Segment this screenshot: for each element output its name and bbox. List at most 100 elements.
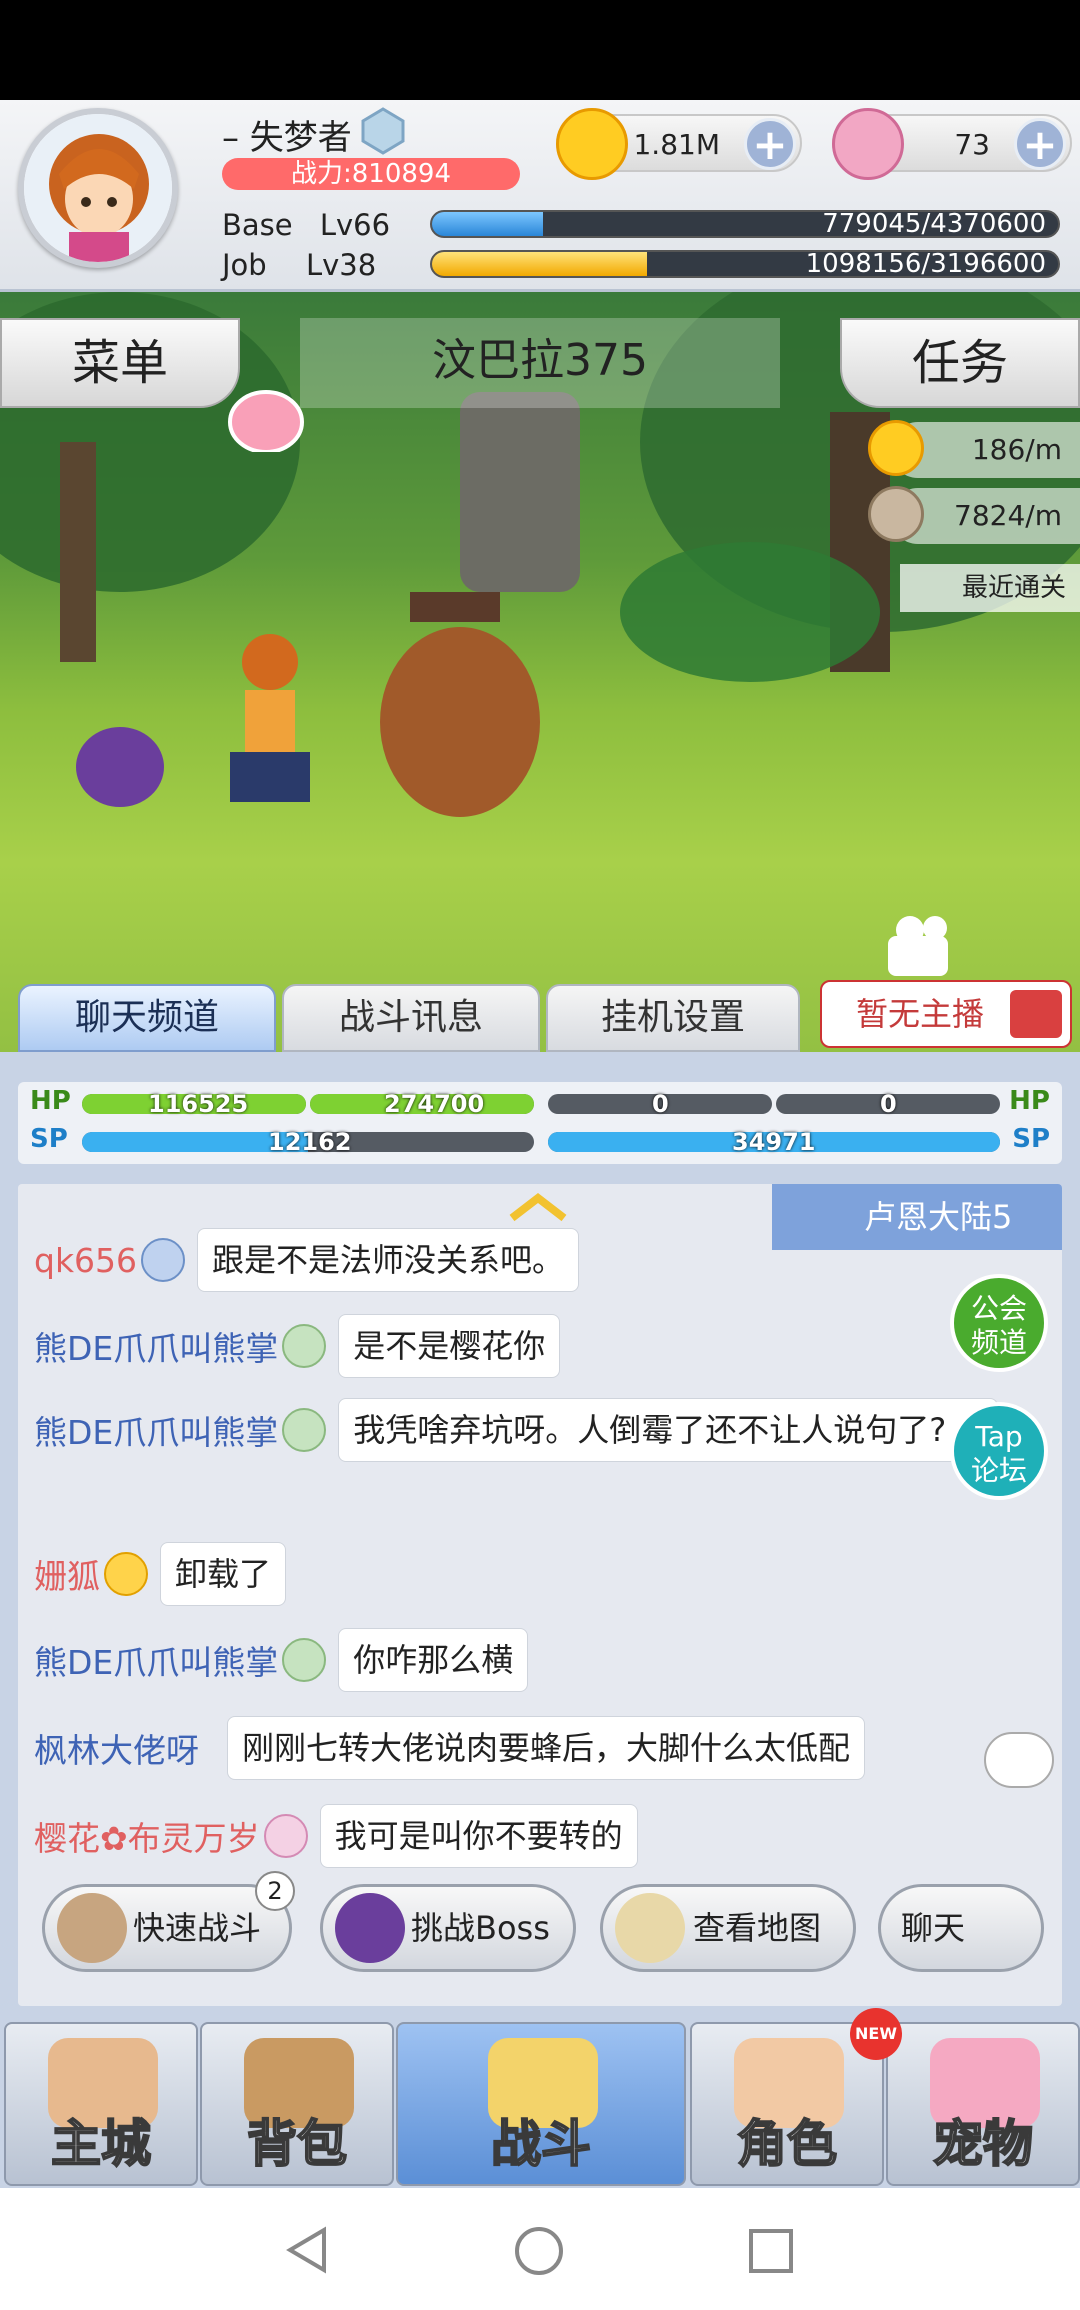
nav-battle-label: 战斗 — [490, 2114, 592, 2174]
nav-battle[interactable]: 战斗 — [396, 2022, 686, 2186]
player-avatar[interactable] — [18, 108, 178, 268]
base-exp-fill — [432, 212, 544, 236]
chat-toggle[interactable]: 聊天 — [878, 1884, 1044, 1972]
gold-rate-icon — [868, 420, 924, 476]
nav-main-city[interactable]: 主城 — [4, 2022, 198, 2186]
challenge-boss-label: 挑战Boss — [411, 1909, 550, 1947]
tab-idle-settings[interactable]: 挂机设置 — [546, 984, 800, 1052]
chat-message: 熊DE爪爪叫熊掌 是不是樱花你 — [34, 1314, 561, 1378]
region-label[interactable]: 卢恩大陆5 — [772, 1184, 1062, 1250]
chat-username[interactable]: 熊DE爪爪叫熊掌 — [34, 1406, 278, 1454]
region-name: 卢恩大陆5 — [864, 1198, 1013, 1236]
gold-rate-value: 186/m — [971, 433, 1062, 466]
nav-pet[interactable]: 宠物 — [886, 2022, 1080, 2186]
tree-trunk — [60, 442, 96, 662]
sp-value-2: 34971 — [732, 1128, 816, 1156]
gem-icon — [832, 108, 904, 180]
add-gem-button[interactable]: + — [1014, 118, 1066, 170]
map-scroll-icon — [615, 1893, 685, 1963]
menu-button[interactable]: 菜单 — [0, 318, 240, 408]
chat-username[interactable]: qk656 — [34, 1241, 137, 1280]
chat-area[interactable]: 卢恩大陆5 qk656 跟是不是法师没关系吧。 熊DE爪爪叫熊掌 是不是樱花你 … — [18, 1184, 1062, 2006]
sp-label: SP — [30, 1124, 68, 1154]
guild-badge-icon — [282, 1324, 327, 1368]
camera-icon[interactable] — [880, 912, 960, 986]
hp-label: HP — [30, 1086, 71, 1116]
status-bar — [0, 0, 1080, 100]
guild-channel-button[interactable]: 公会频道 — [950, 1274, 1048, 1372]
scroll-up-icon[interactable] — [506, 1192, 570, 1222]
guild-badge-icon — [282, 1408, 327, 1452]
chat-bubble: 我可是叫你不要转的 — [319, 1804, 638, 1868]
nav-backpack-label: 背包 — [246, 2114, 348, 2174]
job-exp-fill — [432, 252, 647, 276]
home-icon[interactable] — [514, 2226, 564, 2276]
back-icon[interactable] — [284, 2226, 330, 2274]
chat-message: 熊DE爪爪叫熊掌 我凭啥弃坑呀。人倒霉了还不让人说句了? — [34, 1398, 999, 1462]
nav-character-label: 角色 — [736, 2114, 838, 2174]
chat-username[interactable]: 枫林大佬呀 — [34, 1724, 199, 1772]
tap-forum-label: Tap论坛 — [970, 1420, 1027, 1487]
quest-button[interactable]: 任务 — [840, 318, 1080, 408]
combat-power: 战力:810894 — [222, 158, 520, 190]
recent-clear-label: 最近通关 — [961, 573, 1066, 603]
chat-message: 枫林大佬呀 刚刚七转大佬说肉要蜂后，大脚什么太低配 — [34, 1716, 866, 1780]
player-character — [190, 622, 350, 826]
hp-value-4: 0 — [880, 1090, 897, 1118]
tab-chat-channel[interactable]: 聊天频道 — [18, 984, 276, 1052]
job-exp-text: 1098156/3196600 — [805, 250, 1046, 278]
chat-message: 樱花✿布灵万岁 我可是叫你不要转的 — [34, 1804, 638, 1868]
chat-username[interactable]: 熊DE爪爪叫熊掌 — [34, 1322, 278, 1370]
player-header: – 失梦者 战力:810894 1.81M + 73 + Base Lv66 7… — [0, 100, 1080, 292]
view-map-button[interactable]: 查看地图 — [600, 1884, 856, 1972]
chat-message: 熊DE爪爪叫熊掌 你咋那么横 — [34, 1628, 529, 1692]
system-nav-bar — [0, 2188, 1080, 2310]
gold-counter: 1.81M + — [556, 108, 802, 180]
guild-channel-label: 公会频道 — [970, 1292, 1027, 1359]
chat-bubble: 我凭啥弃坑呀。人倒霉了还不让人说句了? — [338, 1398, 999, 1462]
chat-message: qk656 跟是不是法师没关系吧。 — [34, 1228, 580, 1292]
tap-forum-button[interactable]: Tap论坛 — [950, 1402, 1048, 1500]
quick-battle-button[interactable]: 快速战斗 2 — [42, 1871, 295, 1972]
hp-value-2: 274700 — [384, 1090, 485, 1118]
job-level: Lv38 — [305, 248, 377, 282]
monster-tiger-boss[interactable] — [370, 572, 550, 826]
chat-bubble: 刚刚七转大佬说肉要蜂后，大脚什么太低配 — [227, 1716, 866, 1780]
base-exp-text: 779045/4370600 — [822, 210, 1046, 238]
gem-counter: 73 + — [832, 108, 1072, 180]
info-panel: HP SP HP SP 116525 274700 0 0 12162 3497… — [0, 1052, 1080, 2022]
view-map-label: 查看地图 — [693, 1909, 822, 1947]
tab-battle-log[interactable]: 战斗讯息 — [282, 984, 540, 1052]
live-stream-label: 暂无主播 — [856, 995, 985, 1033]
base-level-row: Base Lv66 — [222, 208, 390, 242]
battle-scene[interactable]: 菜单 汶巴拉375 任务 186/m 7824/m 最近通关 — [0, 292, 1080, 1052]
challenge-boss-button[interactable]: 挑战Boss — [320, 1884, 576, 1972]
chat-bubble: 卸载了 — [160, 1542, 287, 1606]
add-gold-button[interactable]: + — [744, 118, 796, 170]
chat-username[interactable]: 姗狐 — [34, 1550, 100, 1598]
exp-rate: 7824/m — [868, 486, 1080, 544]
sp-label-right: SP — [1012, 1124, 1050, 1154]
gold-coin-icon — [556, 108, 628, 180]
guild-badge-icon — [282, 1638, 327, 1682]
new-badge: NEW — [850, 2008, 902, 2060]
monster-purple[interactable] — [70, 712, 170, 816]
flower-bush — [620, 542, 880, 682]
chat-username[interactable]: 熊DE爪爪叫熊掌 — [34, 1636, 278, 1684]
recent-clear-button[interactable]: 最近通关 — [900, 564, 1080, 612]
nav-backpack[interactable]: 背包 — [200, 2022, 394, 2186]
exp-rate-value: 7824/m — [954, 499, 1062, 532]
gold-rate: 186/m — [868, 420, 1080, 478]
recents-icon[interactable] — [748, 2228, 794, 2274]
chat-username[interactable]: 樱花✿布灵万岁 — [34, 1812, 260, 1860]
player-name: – 失梦者 — [222, 118, 352, 158]
gem-value: 73 — [954, 128, 990, 161]
base-exp-bar: 779045/4370600 — [430, 210, 1060, 238]
emoji-icon[interactable] — [984, 1732, 1054, 1788]
hp-value-1: 116525 — [148, 1090, 249, 1118]
base-label: Base — [222, 208, 293, 242]
map-name: 汶巴拉375 — [300, 318, 780, 408]
chat-actions: 快速战斗 2 挑战Boss 查看地图 聊天 — [18, 1871, 1062, 1984]
exp-icon — [868, 486, 924, 542]
live-stream-button[interactable]: 暂无主播 — [820, 980, 1072, 1048]
